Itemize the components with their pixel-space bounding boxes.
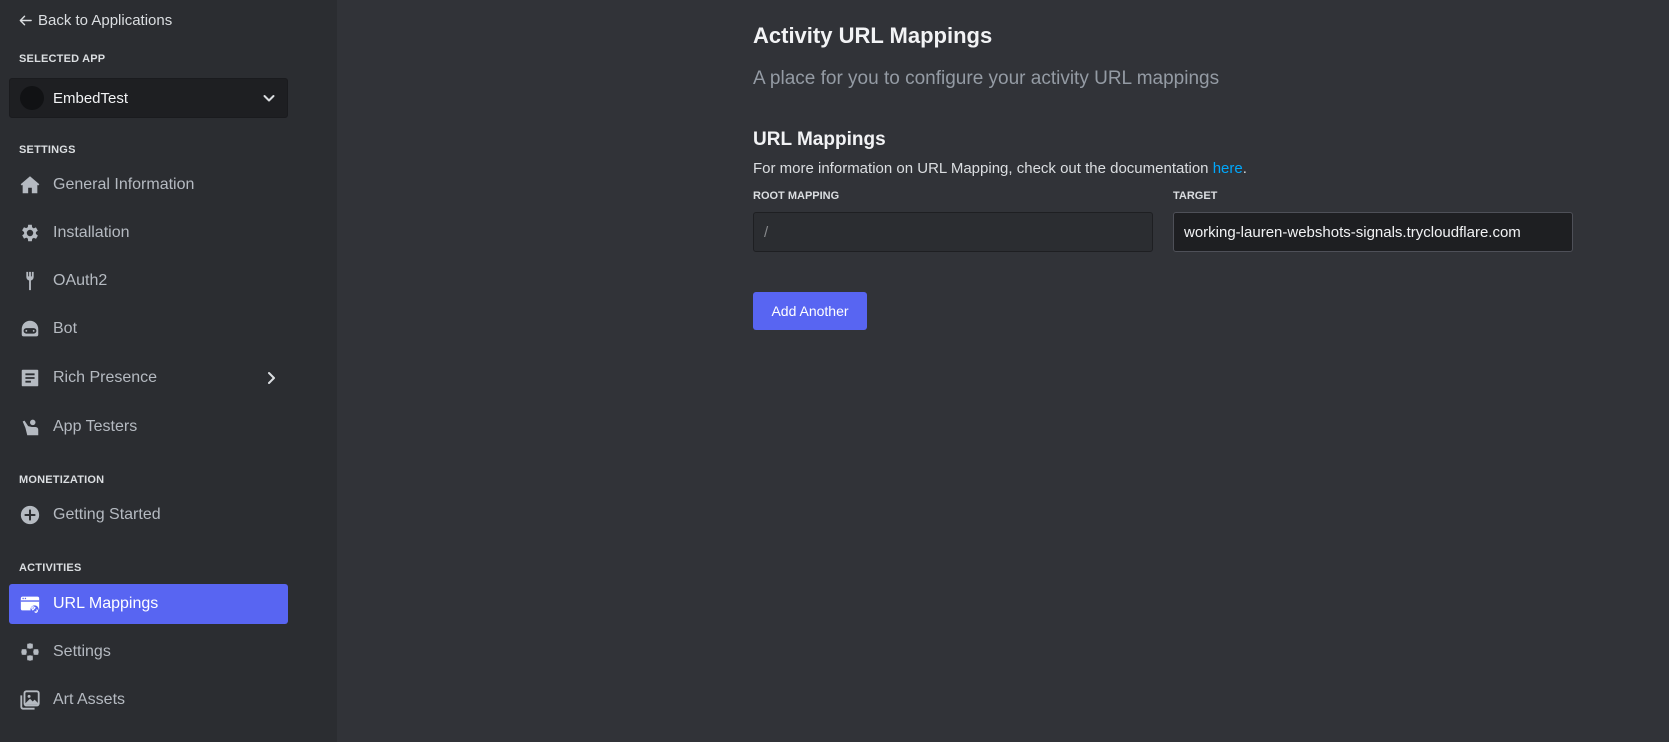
section-description-text: For more information on URL Mapping, che… bbox=[753, 160, 1213, 177]
sidebar-item-general-information[interactable]: General Information bbox=[9, 165, 288, 205]
sidebar-item-installation[interactable]: Installation bbox=[9, 213, 288, 253]
back-link-label: Back to Applications bbox=[38, 11, 173, 29]
sidebar-item-label: Installation bbox=[53, 224, 130, 241]
root-mapping-label: ROOT MAPPING bbox=[753, 190, 840, 202]
sidebar-item-label: Art Assets bbox=[53, 691, 126, 708]
app-selector-dropdown[interactable]: EmbedTest bbox=[9, 78, 288, 118]
sidebar-item-label: OAuth2 bbox=[53, 272, 108, 289]
chevron-down-icon bbox=[263, 95, 275, 102]
sidebar-item-app-testers[interactable]: App Testers bbox=[9, 407, 288, 447]
home-icon bbox=[18, 173, 42, 197]
browser-link-icon bbox=[18, 592, 42, 616]
url-mapping-row: ROOT MAPPING TARGET bbox=[753, 188, 1573, 252]
document-icon bbox=[18, 366, 42, 390]
chevron-right-icon bbox=[268, 372, 275, 384]
sidebar-item-bot[interactable]: Bot bbox=[9, 309, 288, 349]
target-field: TARGET bbox=[1173, 188, 1573, 252]
app-avatar bbox=[20, 86, 44, 110]
sidebar: Back to Applications SELECTED APP EmbedT… bbox=[0, 0, 337, 742]
selected-app-name: EmbedTest bbox=[53, 89, 129, 107]
page-title: Activity URL Mappings bbox=[753, 23, 993, 48]
page-subtitle: A place for you to configure your activi… bbox=[753, 68, 1220, 89]
robot-icon bbox=[18, 317, 42, 341]
sidebar-item-label: Bot bbox=[53, 320, 78, 337]
main-content: Activity URL Mappings A place for you to… bbox=[337, 0, 1669, 742]
sidebar-item-art-assets[interactable]: Art Assets bbox=[9, 680, 288, 720]
section-description: For more information on URL Mapping, che… bbox=[753, 159, 1573, 179]
sidebar-item-oauth2[interactable]: OAuth2 bbox=[9, 261, 288, 301]
sidebar-item-label: Rich Presence bbox=[53, 369, 158, 386]
root-mapping-input[interactable] bbox=[753, 212, 1153, 252]
sidebar-item-getting-started[interactable]: Getting Started bbox=[9, 495, 288, 535]
sidebar-item-rich-presence[interactable]: Rich Presence bbox=[9, 358, 288, 398]
wrench-icon bbox=[18, 269, 42, 293]
section-description-suffix: . bbox=[1242, 160, 1247, 177]
gamepad-icon bbox=[18, 640, 42, 664]
plus-circle-icon bbox=[18, 503, 42, 527]
gear-icon bbox=[18, 221, 42, 245]
sidebar-item-url-mappings[interactable]: URL Mappings bbox=[9, 584, 288, 624]
settings-heading: SETTINGS bbox=[19, 144, 76, 156]
activities-heading: ACTIVITIES bbox=[19, 562, 82, 574]
documentation-link[interactable]: here bbox=[1213, 160, 1243, 177]
add-another-button[interactable]: Add Another bbox=[753, 292, 867, 330]
target-label: TARGET bbox=[1173, 190, 1218, 202]
arrow-left-icon bbox=[19, 15, 32, 25]
sidebar-item-label: General Information bbox=[53, 176, 195, 193]
sidebar-item-label: URL Mappings bbox=[53, 595, 159, 612]
image-icon bbox=[18, 688, 42, 712]
target-input[interactable] bbox=[1173, 212, 1573, 252]
section-title: URL Mappings bbox=[753, 129, 886, 150]
selected-app-heading: SELECTED APP bbox=[19, 53, 106, 65]
sidebar-item-label: Settings bbox=[53, 643, 111, 660]
user-wave-icon bbox=[18, 415, 42, 439]
monetization-heading: MONETIZATION bbox=[19, 474, 105, 486]
sidebar-item-label: App Testers bbox=[53, 418, 138, 435]
back-to-applications-link[interactable]: Back to Applications bbox=[18, 10, 172, 30]
sidebar-item-label: Getting Started bbox=[53, 506, 161, 523]
sidebar-item-settings[interactable]: Settings bbox=[9, 632, 288, 672]
root-mapping-field: ROOT MAPPING bbox=[753, 188, 1153, 252]
content-column: Activity URL Mappings A place for you to… bbox=[753, 20, 1573, 330]
